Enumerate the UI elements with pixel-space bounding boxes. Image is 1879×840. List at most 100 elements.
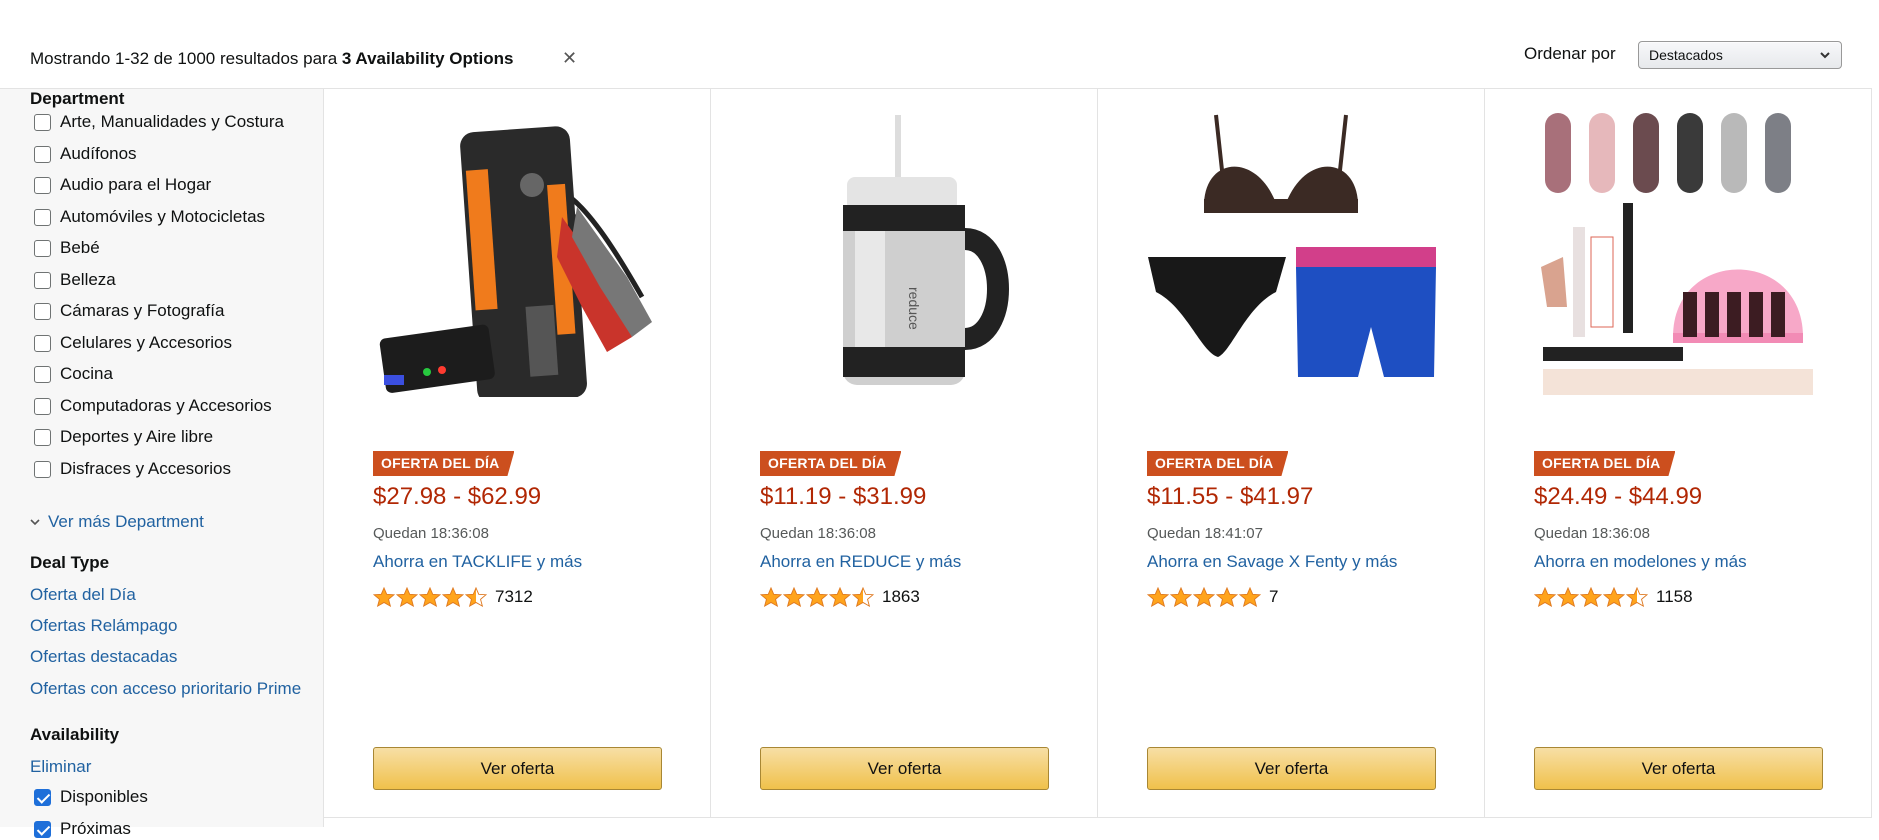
rating-count: 1158	[1656, 587, 1693, 606]
save-link[interactable]: Ahorra en REDUCE y más	[760, 552, 961, 572]
availability-title: Availability	[30, 725, 120, 744]
deal-type-link[interactable]: Ofertas Relámpago	[30, 616, 177, 636]
product-card: OFERTA DEL DÍA $24.49 - $44.99 Quedan 18…	[1485, 89, 1872, 818]
department-filter-item[interactable]: Cocina	[34, 363, 113, 385]
view-deal-button[interactable]: Ver oferta	[1147, 747, 1436, 790]
results-count-text: Mostrando 1-32 de 1000 resultados para	[30, 49, 342, 68]
checkbox-checked[interactable]	[34, 788, 51, 806]
deal-type-link[interactable]: Ofertas destacadas	[30, 647, 177, 667]
save-link[interactable]: Ahorra en TACKLIFE y más	[373, 552, 582, 572]
checkbox-checked[interactable]	[34, 820, 51, 838]
rating[interactable]: 1158	[1534, 587, 1693, 607]
rating-count: 1863	[882, 587, 920, 606]
deal-badge: OFERTA DEL DÍA	[1534, 451, 1675, 476]
sort-dropdown[interactable]: Destacados	[1638, 41, 1842, 69]
department-label: Disfraces y Accesorios	[60, 459, 231, 478]
department-filter-item[interactable]: Computadoras y Accesorios	[34, 395, 272, 417]
star-rating-icon	[760, 587, 875, 607]
price-range: $11.19 - $31.99	[760, 483, 927, 510]
product-image[interactable]	[372, 107, 662, 397]
department-label: Belleza	[60, 270, 116, 289]
availability-filter-item[interactable]: Próximas	[34, 818, 131, 840]
price-range: $27.98 - $62.99	[373, 483, 542, 510]
checkbox[interactable]	[34, 397, 51, 415]
deal-badge: OFERTA DEL DÍA	[373, 451, 514, 476]
checkbox[interactable]	[34, 145, 51, 163]
rating[interactable]: 7312	[373, 587, 533, 607]
department-label: Cocina	[60, 364, 113, 383]
chevron-down-icon	[30, 519, 40, 526]
department-filter-item[interactable]: Bebé	[34, 237, 100, 259]
rating[interactable]: 1863	[760, 587, 920, 607]
department-filter-item[interactable]: Cámaras y Fotografía	[34, 300, 224, 322]
department-label: Automóviles y Motocicletas	[60, 207, 266, 226]
department-filter-item[interactable]: Arte, Manualidades y Costura	[34, 111, 284, 133]
department-label: Deportes y Aire libre	[60, 427, 214, 446]
department-label: Cámaras y Fotografía	[60, 301, 225, 320]
checkbox[interactable]	[34, 302, 51, 320]
product-card: OFERTA DEL DÍA $11.55 - $41.97 Quedan 18…	[1098, 89, 1485, 818]
product-image[interactable]: reduce	[759, 107, 1049, 397]
checkbox[interactable]	[34, 176, 51, 194]
sort-selected-value: Destacados	[1649, 47, 1723, 63]
checkbox[interactable]	[34, 365, 51, 383]
deal-type-link[interactable]: Oferta del Día	[30, 585, 136, 605]
jump-starter-image	[379, 126, 652, 397]
product-grid: OFERTA DEL DÍA $27.98 - $62.99 Quedan 18…	[324, 88, 1872, 827]
deal-badge: OFERTA DEL DÍA	[760, 451, 901, 476]
checkbox[interactable]	[34, 428, 51, 446]
star-rating-icon	[1534, 587, 1649, 607]
see-more-department-link[interactable]: Ver más Department	[30, 512, 204, 532]
product-image[interactable]	[1146, 107, 1436, 397]
view-deal-button[interactable]: Ver oferta	[1534, 747, 1823, 790]
svg-text:reduce: reduce	[906, 287, 922, 330]
checkbox[interactable]	[34, 208, 51, 226]
checkbox[interactable]	[34, 239, 51, 257]
department-filter-item[interactable]: Deportes y Aire libre	[34, 426, 213, 448]
product-image[interactable]	[1533, 107, 1823, 397]
availability-filter-item[interactable]: Disponibles	[34, 786, 148, 808]
department-filter-item[interactable]: Belleza	[34, 269, 116, 291]
product-card: reduce OFERTA DEL DÍA $11.19 - $31.99 Qu…	[711, 89, 1098, 818]
department-label: Audio para el Hogar	[60, 175, 212, 194]
department-filter-item[interactable]: Disfraces y Accesorios	[34, 458, 231, 480]
deal-timer: Quedan 18:36:08	[760, 525, 876, 542]
clear-filter-icon[interactable]: ✕	[562, 48, 577, 69]
product-card: OFERTA DEL DÍA $27.98 - $62.99 Quedan 18…	[324, 89, 711, 818]
lingerie-set-image	[1148, 114, 1436, 377]
deal-timer: Quedan 18:41:07	[1147, 525, 1263, 542]
view-deal-button[interactable]: Ver oferta	[760, 747, 1049, 790]
deal-timer: Quedan 18:36:08	[373, 525, 489, 542]
department-filter-item[interactable]: Audífonos	[34, 143, 137, 165]
department-filter-item[interactable]: Automóviles y Motocicletas	[34, 206, 265, 228]
deal-type-link[interactable]: Ofertas con acceso prioritario Prime	[30, 679, 301, 699]
view-deal-button[interactable]: Ver oferta	[373, 747, 662, 790]
save-link[interactable]: Ahorra en modelones y más	[1534, 552, 1747, 572]
results-bar: Mostrando 1-32 de 1000 resultados para 3…	[0, 0, 1879, 88]
rating-count: 7	[1269, 587, 1279, 606]
checkbox[interactable]	[34, 113, 51, 131]
deal-type-title: Deal Type	[30, 553, 110, 572]
checkbox[interactable]	[34, 460, 51, 478]
nail-kit-image	[1541, 113, 1813, 395]
price-range: $24.49 - $44.99	[1534, 483, 1703, 510]
tumbler-mug-image: reduce	[843, 115, 1009, 385]
department-filter-item[interactable]: Celulares y Accesorios	[34, 332, 232, 354]
star-rating-icon	[373, 587, 488, 607]
deal-timer: Quedan 18:36:08	[1534, 525, 1650, 542]
deal-badge: OFERTA DEL DÍA	[1147, 451, 1288, 476]
rating[interactable]: 7	[1147, 587, 1278, 607]
department-label: Celulares y Accesorios	[60, 333, 232, 352]
filter-sidebar: Department Arte, Manualidades y Costura …	[0, 88, 324, 838]
department-filter-item[interactable]: Audio para el Hogar	[34, 174, 211, 196]
chevron-down-icon	[1820, 52, 1830, 59]
department-label: Bebé	[60, 238, 100, 257]
save-link[interactable]: Ahorra en Savage X Fenty y más	[1147, 552, 1397, 572]
availability-label: Próximas	[60, 819, 131, 838]
checkbox[interactable]	[34, 334, 51, 352]
checkbox[interactable]	[34, 271, 51, 289]
price-range: $11.55 - $41.97	[1147, 483, 1314, 510]
department-label: Audífonos	[60, 144, 137, 163]
star-rating-icon	[1147, 587, 1262, 607]
availability-clear-link[interactable]: Eliminar	[30, 757, 91, 777]
